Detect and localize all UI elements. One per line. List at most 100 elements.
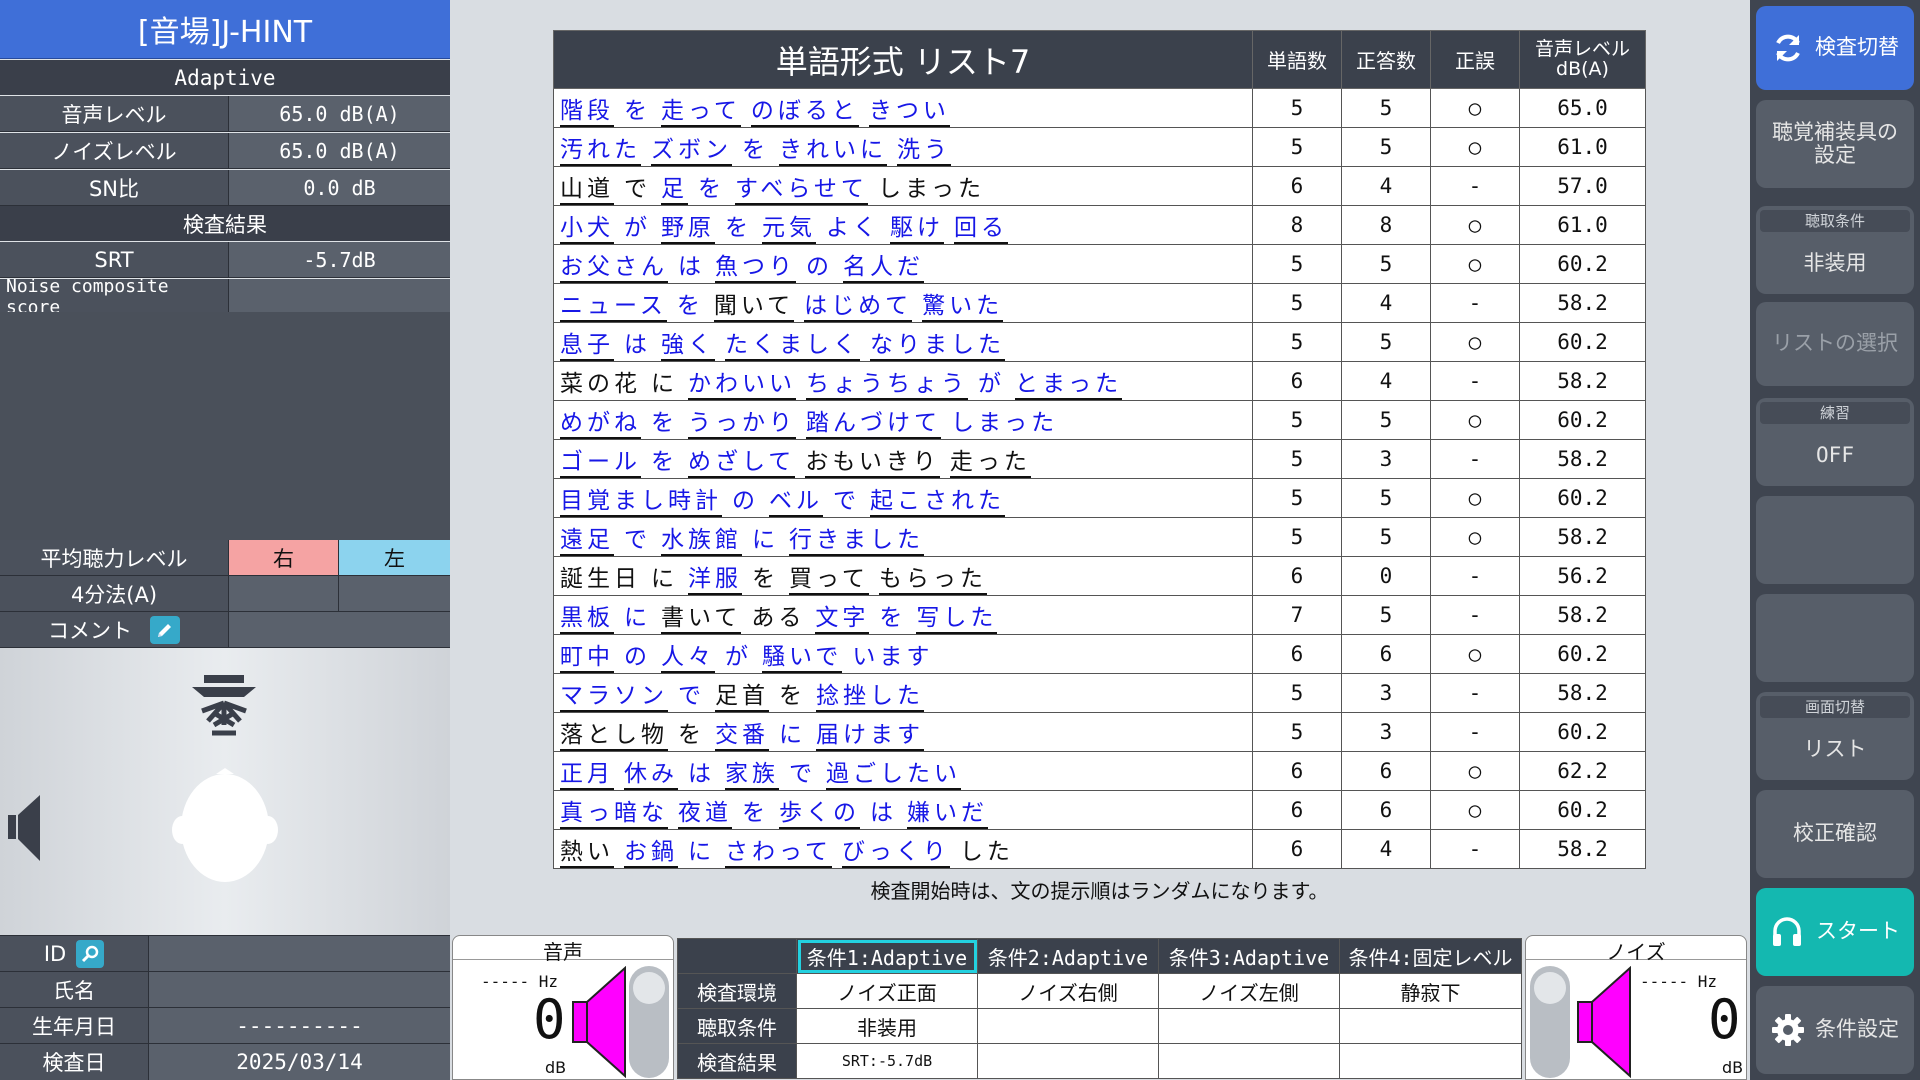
judge-cell[interactable]: ○ [1430, 751, 1520, 791]
keyword[interactable]: 行きました [789, 527, 924, 556]
keyword[interactable]: きれいに [779, 137, 887, 166]
condition-tab-4[interactable]: 条件4:固定レベル [1339, 938, 1522, 974]
keyword[interactable]: 目覚まし時計 [560, 488, 722, 517]
keyword[interactable]: おもいきり [805, 449, 940, 478]
keyword[interactable]: 名人だ [843, 254, 924, 283]
judge-cell[interactable]: - [1430, 361, 1520, 401]
search-icon[interactable] [76, 939, 105, 968]
judge-cell[interactable]: ○ [1430, 517, 1520, 557]
judge-cell[interactable]: - [1430, 595, 1520, 635]
keyword[interactable]: 家族 [725, 761, 779, 790]
keyword[interactable]: 野原 [661, 215, 715, 244]
keyword[interactable]: 夜道 [678, 800, 732, 829]
empty-button-1[interactable] [1756, 496, 1914, 584]
judge-cell[interactable]: ○ [1430, 205, 1520, 245]
judge-cell[interactable]: - [1430, 283, 1520, 323]
keyword[interactable]: 人々 [661, 644, 715, 673]
keyword[interactable]: 届けます [816, 722, 924, 751]
keyword[interactable]: もらった [878, 566, 987, 595]
switch-test-button[interactable]: 検査切替 [1756, 6, 1914, 90]
judge-cell[interactable]: ○ [1430, 127, 1520, 167]
condition-tab-2[interactable]: 条件2:Adaptive [977, 938, 1159, 974]
keyword[interactable]: 山道 [560, 176, 614, 205]
keyword[interactable]: はじめて [804, 293, 913, 322]
noise-slider-knob[interactable] [1534, 972, 1566, 1004]
keyword[interactable]: 踏んづけて [806, 410, 941, 439]
keyword[interactable]: びっくり [841, 839, 950, 868]
keyword[interactable]: 階段 [560, 98, 614, 127]
judge-cell[interactable]: ○ [1430, 478, 1520, 518]
keyword[interactable]: 足首 [715, 683, 769, 712]
keyword[interactable]: なりました [870, 332, 1005, 361]
keyword[interactable]: 洋服 [688, 566, 742, 595]
start-button[interactable]: スタート [1756, 888, 1914, 976]
keyword[interactable]: すべらせて [735, 176, 868, 205]
condition-tab-1[interactable]: 条件1:Adaptive [796, 938, 978, 974]
keyword[interactable]: 駆け [890, 215, 944, 244]
keyword[interactable]: 足 [661, 176, 688, 205]
keyword[interactable]: お父さん [560, 254, 668, 283]
keyword[interactable]: 町中 [560, 644, 614, 673]
keyword[interactable]: たくましく [725, 332, 860, 361]
keyword[interactable]: 水族館 [661, 527, 742, 556]
condition-tab-3[interactable]: 条件3:Adaptive [1158, 938, 1340, 974]
keyword[interactable]: のぼると [750, 98, 859, 127]
keyword[interactable]: とまった [1015, 371, 1123, 400]
voice-level-slider[interactable] [629, 966, 669, 1078]
keyword[interactable]: 魚つり [715, 254, 796, 283]
keyword[interactable]: 買って [789, 566, 869, 595]
keyword[interactable]: 黒板 [560, 605, 614, 634]
keyword[interactable]: めざして [688, 449, 796, 478]
keyword[interactable]: きつい [868, 98, 950, 127]
judge-cell[interactable]: ○ [1430, 790, 1520, 830]
keyword[interactable]: めがね [560, 410, 641, 439]
keyword[interactable]: 走って [661, 98, 741, 127]
condition-settings-button[interactable]: 条件設定 [1756, 986, 1914, 1074]
keyword[interactable]: お鍋 [624, 839, 678, 868]
noise-level-slider[interactable] [1530, 966, 1570, 1078]
keyword[interactable]: 交番 [715, 722, 769, 751]
keyword[interactable]: 小犬 [560, 215, 614, 244]
keyword[interactable]: 休み [624, 761, 678, 790]
keyword[interactable]: 息子 [560, 332, 614, 361]
keyword[interactable]: うっかり [688, 410, 796, 439]
practice-toggle[interactable]: 練習 OFF [1756, 398, 1914, 486]
keyword[interactable]: 嫌いだ [907, 800, 988, 829]
pencil-icon[interactable] [150, 615, 180, 644]
keyword[interactable]: 熱い [560, 839, 614, 868]
keyword[interactable]: ちょうちょう [806, 371, 968, 400]
keyword[interactable]: 汚れた [560, 137, 641, 166]
keyword[interactable]: 走った [949, 449, 1031, 478]
keyword[interactable]: ニュース [560, 293, 667, 322]
empty-button-2[interactable] [1756, 594, 1914, 682]
keyword[interactable]: 文字 [815, 605, 870, 634]
judge-cell[interactable]: - [1430, 673, 1520, 713]
keyword[interactable]: 真っ暗な [560, 800, 668, 829]
keyword[interactable]: 捻挫した [816, 683, 924, 712]
judge-cell[interactable]: ○ [1430, 88, 1520, 128]
keyword[interactable]: ズボン [651, 137, 732, 166]
judge-cell[interactable]: ○ [1430, 322, 1520, 362]
keyword[interactable]: 過ごしたい [826, 761, 961, 790]
judge-cell[interactable]: - [1430, 556, 1520, 596]
keyword[interactable]: 写した [916, 605, 998, 634]
judge-cell[interactable]: - [1430, 829, 1520, 869]
keyword[interactable]: かわいい [688, 371, 796, 400]
keyword[interactable]: 起こされた [870, 488, 1005, 517]
keyword[interactable]: さわって [725, 839, 832, 868]
keyword[interactable]: 元気 [762, 215, 816, 244]
keyword[interactable]: 正月 [560, 761, 614, 790]
judge-cell[interactable]: - [1430, 439, 1520, 479]
keyword[interactable]: 聞いて [713, 293, 795, 322]
keyword[interactable]: 遠足 [560, 527, 614, 556]
list-select-button[interactable]: リストの選択 [1756, 302, 1914, 386]
keyword[interactable]: 回る [954, 215, 1008, 244]
keyword[interactable]: 落とし物 [560, 722, 668, 751]
judge-cell[interactable]: ○ [1430, 400, 1520, 440]
keyword[interactable]: 書いて [661, 605, 742, 634]
keyword[interactable]: 驚いた [922, 293, 1004, 322]
keyword[interactable]: マラソン [560, 683, 668, 712]
keyword[interactable]: ゴール [560, 449, 641, 478]
judge-cell[interactable]: ○ [1430, 244, 1520, 284]
judge-cell[interactable]: - [1430, 166, 1520, 206]
